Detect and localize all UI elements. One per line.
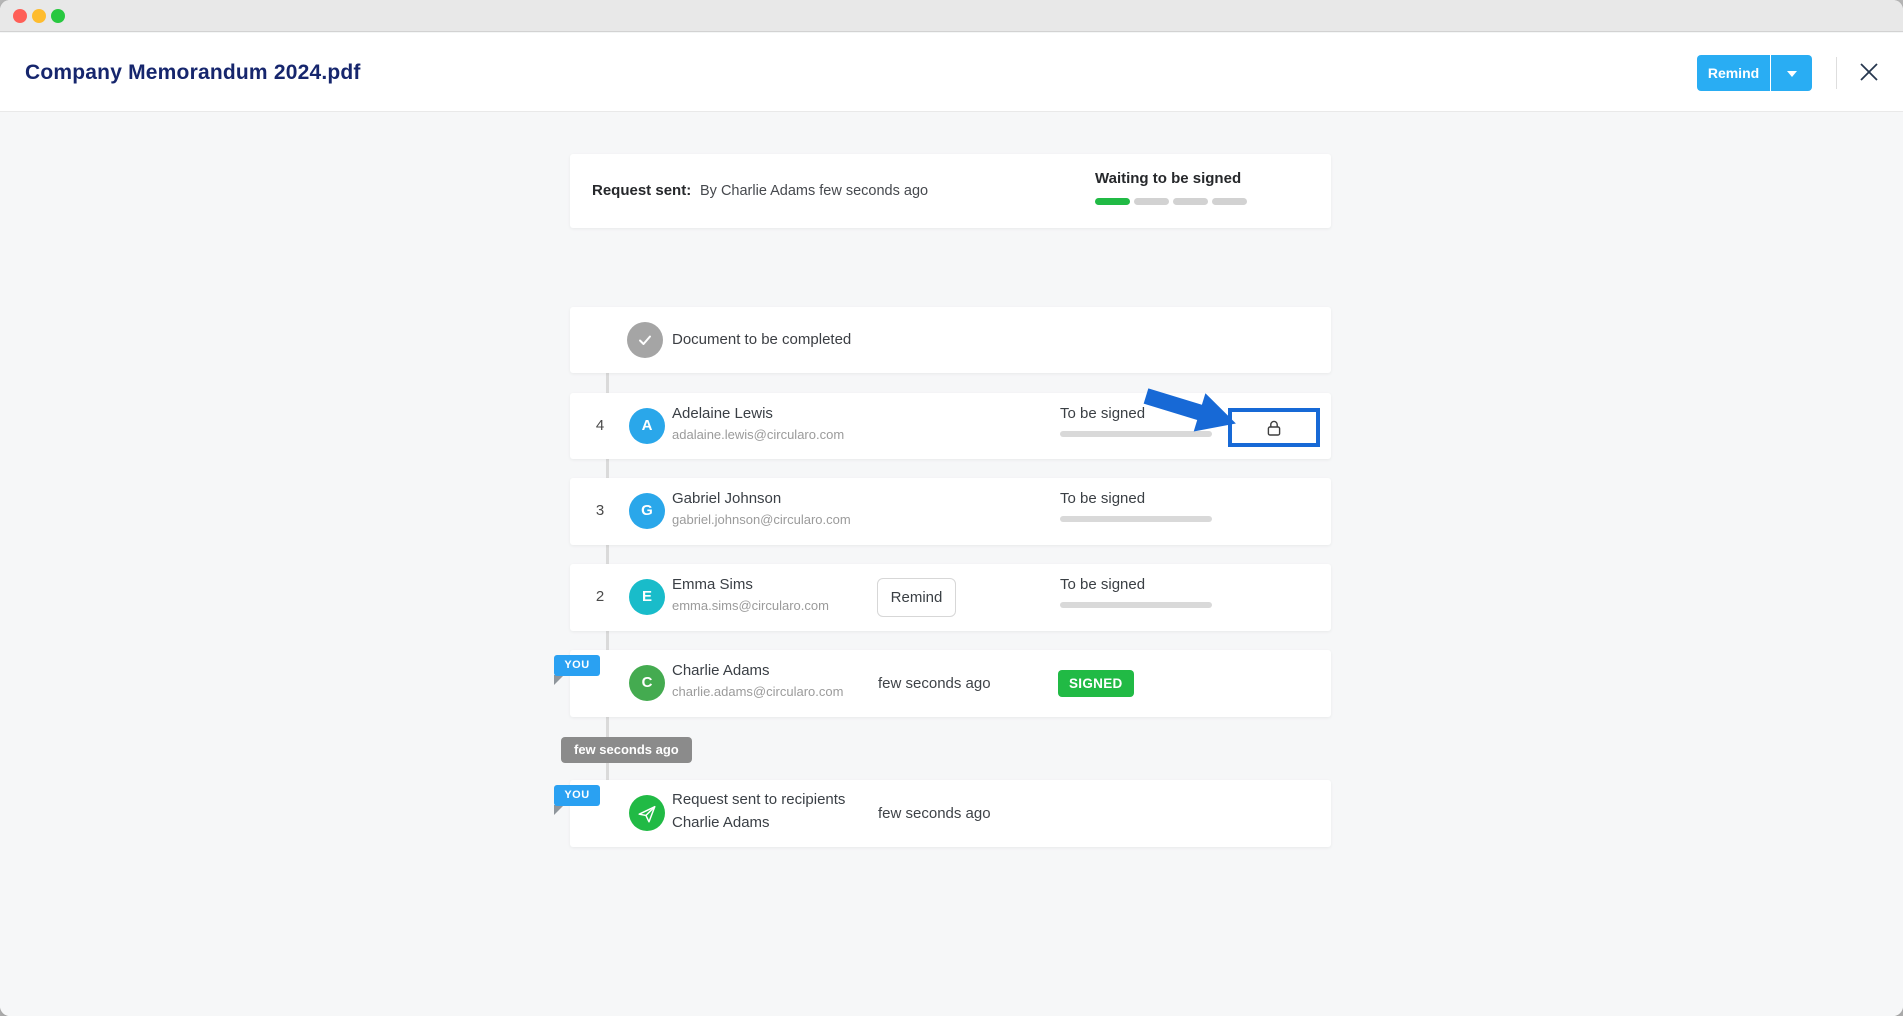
page-title: Company Memorandum 2024.pdf	[25, 33, 361, 112]
avatar: E	[629, 579, 665, 615]
chevron-down-icon	[1787, 71, 1797, 77]
window-chrome-bar	[0, 0, 1903, 32]
recipient-email: emma.sims@circularo.com	[672, 598, 829, 613]
avatar: A	[629, 408, 665, 444]
timeline-time-badge: few seconds ago	[561, 737, 692, 763]
avatar: C	[629, 665, 665, 701]
you-badge-tail	[554, 805, 564, 815]
recipient-order: 2	[589, 564, 611, 630]
sent-event-circle	[629, 795, 665, 831]
send-icon	[636, 803, 658, 825]
recipient-email: gabriel.johnson@circularo.com	[672, 512, 851, 527]
recipient-name: Gabriel Johnson	[672, 490, 851, 507]
request-sent-label: Request sent:	[592, 154, 691, 228]
close-traffic-light[interactable]	[13, 9, 27, 23]
recipient-row-2: 2 E Emma Sims emma.sims@circularo.com Re…	[570, 564, 1331, 631]
remind-recipient-button[interactable]: Remind	[877, 578, 956, 617]
progress-segment-done	[1095, 198, 1130, 205]
you-badge-tail	[554, 675, 564, 685]
maximize-traffic-light[interactable]	[51, 9, 65, 23]
recipient-status-bar	[1060, 602, 1212, 608]
document-step-label: Document to be completed	[672, 307, 851, 373]
waiting-status-label: Waiting to be signed	[1095, 170, 1241, 187]
request-sent-event-row: YOU Request sent to recipients Charlie A…	[570, 780, 1331, 847]
recipient-order: 3	[589, 478, 611, 544]
close-button[interactable]	[1856, 60, 1882, 86]
request-sent-detail: By Charlie Adams few seconds ago	[700, 154, 928, 228]
sent-event-subtitle: Charlie Adams	[672, 814, 845, 831]
recipient-name: Adelaine Lewis	[672, 405, 844, 422]
recipient-order: 4	[589, 393, 611, 459]
document-step-card: Document to be completed	[570, 307, 1331, 373]
progress-segment	[1134, 198, 1169, 205]
check-icon	[635, 330, 655, 350]
signer-email: charlie.adams@circularo.com	[672, 684, 843, 699]
signed-status-badge: SIGNED	[1058, 670, 1134, 697]
signer-name: Charlie Adams	[672, 662, 843, 679]
signing-progress-bar	[1095, 198, 1247, 205]
you-badge: YOU	[554, 655, 600, 676]
signed-time: few seconds ago	[878, 650, 991, 717]
signing-status-panel: Request sent: By Charlie Adams few secon…	[0, 112, 1903, 1016]
request-sent-banner: Request sent: By Charlie Adams few secon…	[570, 154, 1331, 228]
remind-button[interactable]: Remind	[1697, 55, 1770, 91]
document-header: Company Memorandum 2024.pdf Remind	[0, 33, 1903, 112]
header-divider	[1836, 57, 1837, 89]
progress-segment	[1212, 198, 1247, 205]
recipient-status-bar	[1060, 431, 1212, 437]
minimize-traffic-light[interactable]	[32, 9, 46, 23]
signed-event-row: YOU C Charlie Adams charlie.adams@circul…	[570, 650, 1331, 717]
remind-dropdown-button[interactable]	[1771, 55, 1812, 91]
lock-icon	[1264, 418, 1284, 438]
close-icon	[1857, 60, 1881, 84]
recipient-email: adalaine.lewis@circularo.com	[672, 427, 844, 442]
pending-check-circle	[627, 322, 663, 358]
sent-event-title: Request sent to recipients	[672, 791, 845, 808]
recipient-row-3: 3 G Gabriel Johnson gabriel.johnson@circ…	[570, 478, 1331, 545]
recipient-name: Emma Sims	[672, 576, 829, 593]
recipient-status-label: To be signed	[1060, 490, 1220, 507]
recipient-row-4: 4 A Adelaine Lewis adalaine.lewis@circul…	[570, 393, 1331, 459]
sent-time: few seconds ago	[878, 780, 991, 847]
recipient-status-label: To be signed	[1060, 405, 1220, 422]
you-badge: YOU	[554, 785, 600, 806]
progress-segment	[1173, 198, 1208, 205]
recipient-status-bar	[1060, 516, 1212, 522]
avatar: G	[629, 493, 665, 529]
app-window: Company Memorandum 2024.pdf Remind Reque…	[0, 0, 1903, 1016]
recipient-status-label: To be signed	[1060, 576, 1220, 593]
locked-signature-field[interactable]	[1228, 408, 1320, 447]
